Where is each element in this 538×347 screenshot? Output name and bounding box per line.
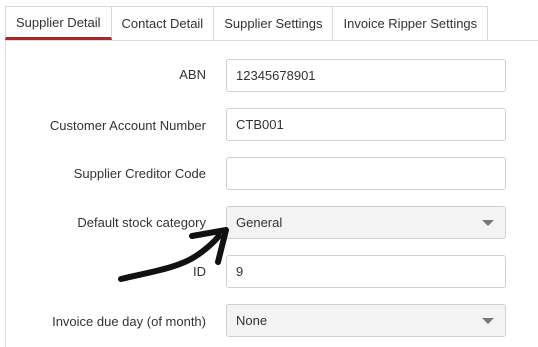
abn-value: 12345678901	[236, 68, 316, 83]
supplier-creditor-code-input[interactable]	[226, 157, 506, 190]
id-input[interactable]: 9	[226, 255, 506, 288]
default-stock-category-label: Default stock category	[77, 215, 206, 230]
invoice-due-day-select[interactable]: None	[226, 304, 506, 337]
default-stock-category-value: General	[236, 215, 283, 230]
tab-supplier-detail[interactable]: Supplier Detail	[5, 6, 112, 40]
id-value: 9	[236, 264, 244, 279]
invoice-due-day-value: None	[236, 313, 268, 328]
default-stock-category-select[interactable]: General	[226, 206, 506, 239]
supplier-form-window: Supplier Detail Contact Detail Supplier …	[0, 0, 538, 347]
customer-account-number-input[interactable]: CTB001	[226, 108, 506, 141]
abn-label: ABN	[179, 67, 206, 82]
chevron-down-icon	[482, 219, 494, 226]
chevron-down-icon	[482, 317, 494, 324]
customer-account-number-value: CTB001	[236, 117, 284, 132]
invoice-due-day-label: Invoice due day (of month)	[52, 314, 206, 329]
tab-contact-detail[interactable]: Contact Detail	[111, 6, 215, 40]
supplier-creditor-code-label: Supplier Creditor Code	[73, 166, 206, 181]
id-label: ID	[193, 264, 206, 279]
tab-invoice-ripper-settings[interactable]: Invoice Ripper Settings	[333, 6, 489, 40]
tab-supplier-settings[interactable]: Supplier Settings	[214, 6, 334, 40]
abn-input[interactable]: 12345678901	[226, 59, 506, 92]
tab-bar: Supplier Detail Contact Detail Supplier …	[5, 6, 489, 40]
customer-account-number-label: Customer Account Number	[49, 118, 206, 133]
